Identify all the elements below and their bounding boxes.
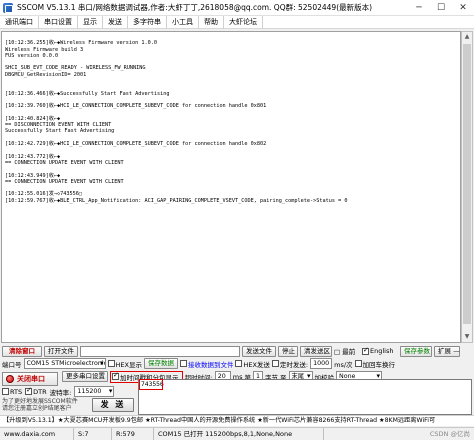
interval-input[interactable]: 1000 (310, 358, 333, 369)
hex-send-label: HEX发送 (243, 360, 270, 369)
menu-forum[interactable]: 大虾论坛 (224, 15, 263, 29)
stop-button[interactable]: 停止 (278, 345, 298, 357)
rts-checkbox[interactable] (2, 388, 9, 395)
baud-label: 波特率: (49, 388, 72, 397)
clear-send-button[interactable]: 清发送区 (300, 345, 332, 357)
timed-send-toggle[interactable]: 定时发送: (271, 359, 309, 369)
menu-bar: 通讯端口 串口设置 显示 发送 多字符串 小工具 帮助 大虾论坛 (0, 15, 474, 29)
add-crlf-toggle[interactable]: 加回车换行 (354, 359, 396, 369)
rts-toggle[interactable]: RTS (2, 388, 22, 396)
recv-to-file-checkbox[interactable] (179, 360, 187, 367)
status-recv-count: R:579 (112, 427, 154, 440)
dtr-label: DTR (33, 387, 47, 396)
recv-to-file-toggle[interactable]: 接收数据到文件 (179, 359, 234, 369)
rts-label: RTS (10, 387, 23, 396)
top-most-toggle[interactable]: □ 最前 (334, 346, 360, 356)
toolbar-row-2: 端口号 COM15 STMicroelectronics S HEX显示 保存数… (0, 357, 474, 370)
minimize-button[interactable]: ─ (408, 0, 430, 16)
port-status-led-icon (6, 375, 14, 383)
menu-help[interactable]: 帮助 (199, 15, 224, 29)
promo-message: 为了更好地发展SSCOM软件 请您注册嘉立创P结尾客户 (2, 398, 78, 412)
title-bar: SSCOM V5.13.1 串口/网络数据调试器,作者:大虾丁丁,2618058… (0, 0, 474, 16)
timed-send-label: 定时发送: (279, 360, 309, 369)
file-path-input[interactable] (80, 345, 240, 357)
clear-window-button[interactable]: 清除窗口 (2, 345, 42, 357)
send-text-highlight (139, 379, 163, 390)
status-sent-count: S:7 (74, 427, 112, 440)
send-button[interactable]: 发 送 (92, 398, 134, 412)
close-port-button[interactable]: 关闭串口 (2, 372, 58, 386)
scroll-down-icon[interactable]: ▼ (462, 332, 472, 342)
hex-display-checkbox[interactable] (107, 360, 115, 367)
promo-text: 为了更好地发展SSCOM软件 请您注册嘉立创P结尾客户 (2, 398, 88, 414)
timestamp-checkbox[interactable] (112, 371, 119, 380)
timed-send-checkbox[interactable] (271, 360, 279, 367)
menu-multi-string[interactable]: 多字符串 (128, 15, 167, 29)
add-crlf-checkbox[interactable] (354, 360, 362, 367)
baud-select[interactable]: 115200 (74, 386, 115, 397)
status-url[interactable]: www.daxia.com (0, 427, 74, 440)
add-crlf-label: 加回车换行 (362, 360, 396, 369)
window-title: SSCOM V5.13.1 串口/网络数据调试器,作者:大虾丁丁,2618058… (17, 3, 373, 12)
expand-button[interactable]: 扩展 — (434, 345, 460, 357)
hex-display-toggle[interactable]: HEX显示 (107, 359, 142, 369)
english-label: English (370, 347, 394, 355)
close-button[interactable]: ✕ (452, 0, 474, 16)
menu-send[interactable]: 发送 (103, 15, 128, 29)
port-select[interactable]: COM15 STMicroelectronics S (23, 358, 106, 369)
english-checkbox[interactable] (362, 346, 369, 355)
port-label: 端口号 (2, 360, 22, 369)
app-icon (3, 2, 13, 13)
log-line: [10:12:59.767]收←◆BLE_CTRL_App_Notificati… (5, 197, 348, 204)
recv-to-file-label: 接收数据到文件 (187, 360, 234, 369)
save-data-button[interactable]: 保存数据 (143, 358, 178, 369)
status-bar: www.daxia.com S:7 R:579 COM15 已打开 115200… (0, 427, 474, 440)
interval-unit: ms/次 (334, 360, 353, 369)
menu-serial-settings[interactable]: 串口设置 (39, 15, 78, 29)
menu-comm-port[interactable]: 通讯端口 (0, 15, 39, 29)
send-file-button[interactable]: 发送文件 (242, 345, 276, 357)
ticker-bar[interactable]: 【升级到V5.13.1】★大夏芯赛MCU开发板9.9包邮 ★RT-Thread中… (0, 415, 474, 426)
line-settings: RTS DTR 波特率: 115200 (2, 386, 138, 397)
scroll-up-icon[interactable]: ▲ (462, 32, 472, 42)
more-settings-button[interactable]: 更多串口设置 (62, 371, 108, 382)
dtr-toggle[interactable]: DTR (25, 386, 47, 396)
english-toggle[interactable]: English (362, 346, 398, 355)
status-watermark: CSDN @亿尚 (429, 429, 470, 438)
maximize-button[interactable]: ☐ (430, 0, 452, 16)
hex-display-label: HEX显示 (115, 360, 142, 369)
scroll-thumb[interactable] (463, 44, 471, 324)
log-scrollbar[interactable]: ▲ ▼ (461, 31, 473, 343)
dtr-checkbox[interactable] (25, 386, 33, 395)
toolbar-row-1: 清除窗口 打开文件 发送文件 停止 清发送区 □ 最前 English 保存参数… (0, 345, 474, 357)
receive-log[interactable]: [10:12:36.255]收←◆Wireless Firmware versi… (1, 31, 461, 343)
hex-send-checkbox[interactable] (235, 360, 243, 367)
menu-tools[interactable]: 小工具 (167, 15, 199, 29)
hex-send-toggle[interactable]: HEX发送 (235, 359, 270, 369)
save-params-button[interactable]: 保存参数 (400, 345, 432, 357)
close-port-label: 关闭串口 (17, 375, 45, 383)
status-port: COM15 已打开 115200bps,8,1,None,None (154, 427, 324, 440)
send-input[interactable]: 743556 (138, 379, 472, 415)
menu-display[interactable]: 显示 (78, 15, 103, 29)
open-file-button[interactable]: 打开文件 (44, 345, 78, 357)
